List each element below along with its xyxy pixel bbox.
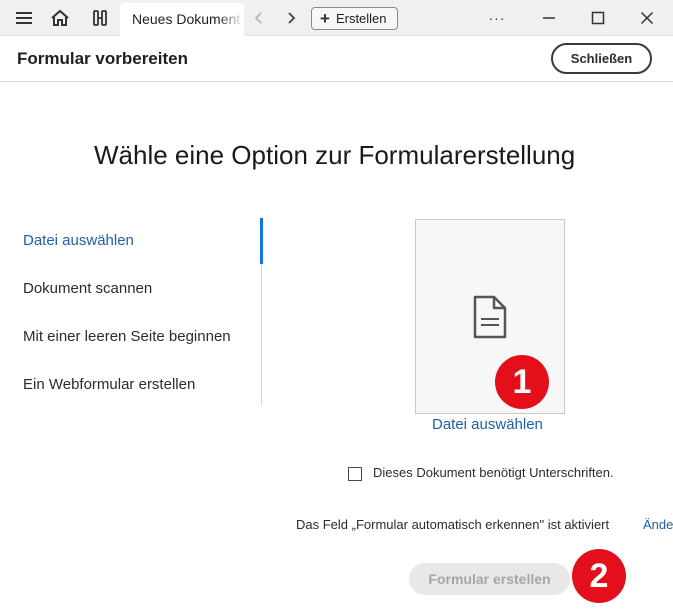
close-button[interactable]: Schließen <box>551 43 652 74</box>
main-heading: Wähle eine Option zur Formularerstellung <box>94 140 576 170</box>
tools-icon[interactable] <box>90 8 110 28</box>
option-datei-auswaehlen[interactable]: Datei auswählen <box>23 232 134 249</box>
annotation-badge-2: 2 <box>572 549 626 603</box>
options-list: Datei auswählen Dokument scannen Mit ein… <box>0 218 264 406</box>
option-webformular[interactable]: Ein Webformular erstellen <box>23 376 195 393</box>
chevron-right-icon[interactable] <box>282 9 300 27</box>
menu-icon[interactable] <box>14 8 34 28</box>
tile-label-link[interactable]: Datei auswählen <box>432 416 543 433</box>
minimize-icon[interactable] <box>538 8 560 28</box>
auto-detect-change-link[interactable]: Ände <box>643 517 673 532</box>
home-icon[interactable] <box>50 8 70 28</box>
option-leere-seite[interactable]: Mit einer leeren Seite beginnen <box>23 328 231 345</box>
maximize-icon[interactable] <box>587 8 609 28</box>
signature-checkbox[interactable] <box>348 467 362 481</box>
tab-neues-dokument[interactable]: Neues Dokument <box>120 3 244 36</box>
document-icon <box>472 294 508 345</box>
option-dokument-scannen[interactable]: Dokument scannen <box>23 280 152 297</box>
plus-icon: + <box>320 9 330 28</box>
annotation-badge-1: 1 <box>495 355 549 409</box>
create-button-label: Erstellen <box>335 11 387 26</box>
panel-header: Formular vorbereiten Schließen <box>0 36 673 82</box>
more-icon[interactable]: ··· <box>486 8 508 28</box>
close-icon[interactable] <box>636 8 658 28</box>
tab-fade <box>218 3 244 36</box>
title-bar: Neues Dokument + Erstellen ··· <box>0 0 673 36</box>
page-title: Formular vorbereiten <box>17 49 188 68</box>
create-button[interactable]: + Erstellen <box>311 7 398 30</box>
chevron-left-icon[interactable] <box>250 9 268 27</box>
signature-checkbox-label: Dieses Dokument benötigt Unterschriften. <box>373 465 614 480</box>
auto-detect-status: Das Feld „Formular automatisch erkennen"… <box>296 517 610 532</box>
create-form-button[interactable]: Formular erstellen <box>409 563 570 595</box>
active-option-indicator <box>260 218 263 264</box>
